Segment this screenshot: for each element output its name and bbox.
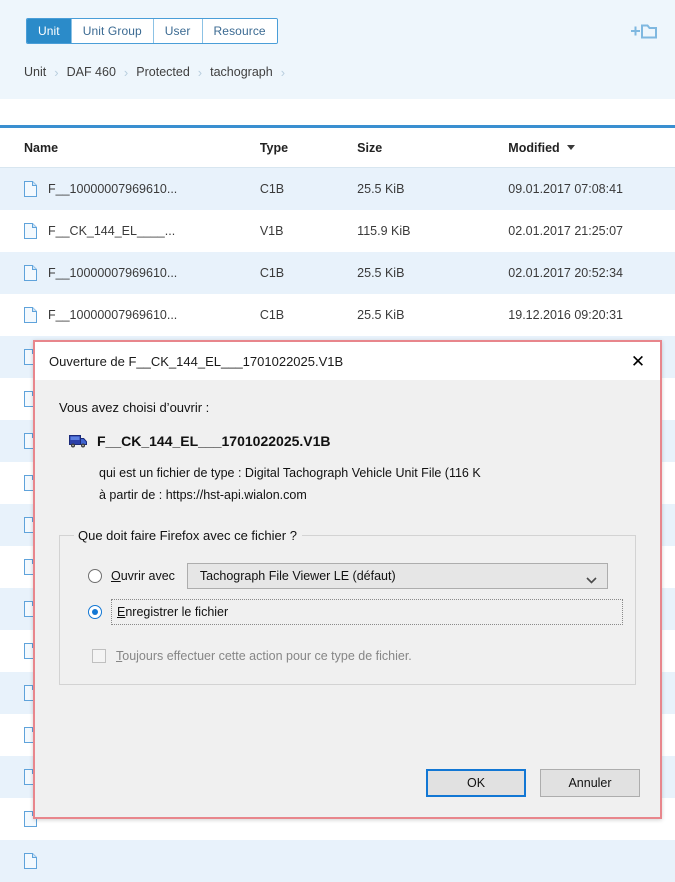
caret-down-icon xyxy=(566,145,575,150)
breadcrumb-item-tachograph[interactable]: tachograph xyxy=(210,65,273,79)
breadcrumb-item-unit[interactable]: Unit xyxy=(24,65,46,79)
always-do-this-row: Toujours effectuer cette action pour ce … xyxy=(92,642,623,670)
cell-type: C1B xyxy=(259,182,285,196)
cell-size: 25.5 KiB xyxy=(357,266,405,280)
action-group: Que doit faire Firefox avec ce fichier ?… xyxy=(59,528,636,685)
save-file-row: Enregistrer le fichier xyxy=(88,598,623,626)
tab-unit-label: Unit xyxy=(38,24,60,38)
open-with-radio[interactable] xyxy=(88,569,102,583)
table-row[interactable]: F__10000007969610... C1B 25.5 KiB 19.12.201… xyxy=(0,294,675,336)
column-header-modified-label: Modified xyxy=(508,140,560,155)
breadcrumb-item-daf460[interactable]: DAF 460 xyxy=(67,65,116,79)
file-icon xyxy=(24,265,37,281)
cell-type: V1B xyxy=(259,224,284,238)
tab-unit[interactable]: Unit xyxy=(27,19,72,43)
open-with-accesskey: O xyxy=(111,569,121,583)
cell-size: 25.5 KiB xyxy=(357,182,405,196)
tab-user-label: User xyxy=(164,24,191,38)
breadcrumb-separator-icon: › xyxy=(54,64,59,80)
cell-type: C1B xyxy=(259,266,285,280)
cell-name: F__10000007969610... xyxy=(0,307,252,323)
open-with-label[interactable]: Ouvrir avec xyxy=(111,569,175,583)
cell-size: 115.9 KiB xyxy=(357,224,411,238)
dialog-file-source: à partir de : https://hst-api.wialon.com xyxy=(99,487,307,502)
add-folder-icon[interactable] xyxy=(629,18,659,44)
tab-resource[interactable]: Resource xyxy=(202,19,277,43)
open-with-row: Ouvrir avec Tachograph File Viewer LE (d… xyxy=(88,562,623,590)
table-row[interactable]: F__10000007969610... C1B 25.5 KiB 02.01.201… xyxy=(0,252,675,294)
dialog-filename: F__CK_144_EL___1701022025.V1B xyxy=(97,433,331,449)
breadcrumb-separator-icon: › xyxy=(197,64,203,80)
dialog-file-meta: qui est un fichier de type : Digital Tac… xyxy=(99,463,638,506)
file-name-text: F__10000007969610... xyxy=(48,182,178,196)
tab-user[interactable]: User xyxy=(153,19,203,43)
file-icon xyxy=(24,181,37,197)
tab-unit-group-label: Unit Group xyxy=(82,24,142,38)
application-select[interactable]: Tachograph File Viewer LE (défaut) xyxy=(186,563,608,589)
dialog-body: Vous avez choisi d’ouvrir : F__CK_144_EL… xyxy=(35,380,660,685)
cell-size: 25.5 KiB xyxy=(357,308,405,322)
dialog-file-type: qui est un fichier de type : Digital Tac… xyxy=(99,466,481,480)
cell-type: C1B xyxy=(259,308,285,322)
breadcrumb: Unit › DAF 460 › Protected › tachograph … xyxy=(24,62,293,82)
entity-tabs: Unit Unit Group User Resource xyxy=(26,18,278,44)
breadcrumb-separator-icon: › xyxy=(123,64,129,80)
cell-modified: 02.01.2017 20:52:34 xyxy=(508,266,623,280)
dialog-file-line: F__CK_144_EL___1701022025.V1B xyxy=(69,433,638,449)
breadcrumb-item-protected[interactable]: Protected xyxy=(136,65,190,79)
column-header-name[interactable]: Name xyxy=(0,141,252,155)
ok-button[interactable]: OK xyxy=(426,769,526,797)
cell-name: F__10000007969610... xyxy=(0,265,252,281)
truck-icon xyxy=(69,433,88,449)
table-row[interactable]: F__CK_144_EL____... V1B 115.9 KiB 02.01.201… xyxy=(0,210,675,252)
column-header-type[interactable]: Type xyxy=(252,141,343,155)
file-icon xyxy=(24,223,37,239)
cell-modified: 09.01.2017 07:08:41 xyxy=(508,182,623,196)
save-file-label[interactable]: Enregistrer le fichier xyxy=(117,605,228,619)
dialog-intro-text: Vous avez choisi d’ouvrir : xyxy=(59,400,210,415)
dialog-title: Ouverture de F__CK_144_EL___1701022025.V… xyxy=(49,353,344,369)
cell-modified: 19.12.2016 09:20:31 xyxy=(508,308,623,322)
file-icon xyxy=(24,853,37,869)
breadcrumb-separator-icon: › xyxy=(280,64,286,80)
file-icon xyxy=(24,307,37,323)
cell-modified: 02.01.2017 21:25:07 xyxy=(508,224,623,238)
file-name-text: F__10000007969610... xyxy=(48,266,178,280)
table-header-row: Name Type Size Modified xyxy=(0,128,675,168)
toolbar: Unit Unit Group User Resource Unit › DAF… xyxy=(0,0,675,99)
always-do-this-label: Toujours effectuer cette action pour ce … xyxy=(116,649,412,663)
chevron-down-icon xyxy=(586,573,597,584)
column-header-size[interactable]: Size xyxy=(343,141,468,155)
column-header-modified[interactable]: Modified xyxy=(468,141,675,155)
open-with-label-rest: uvrir avec xyxy=(120,569,175,583)
tab-unit-group[interactable]: Unit Group xyxy=(71,19,154,43)
table-row[interactable]: F__10000007969610... C1B 25.5 KiB 09.01.201… xyxy=(0,168,675,210)
close-icon[interactable]: ✕ xyxy=(616,342,660,380)
tab-resource-label: Resource xyxy=(213,24,266,38)
file-name-text: F__10000007969610... xyxy=(48,308,178,322)
file-name-text: F__CK_144_EL____... xyxy=(48,224,176,238)
save-file-label-rest: nregistrer le fichier xyxy=(125,605,229,619)
cell-name xyxy=(0,853,252,869)
file-manager-page: Unit Unit Group User Resource Unit › DAF… xyxy=(0,0,675,882)
save-file-focus-ring[interactable]: Enregistrer le fichier xyxy=(111,599,623,625)
save-file-radio[interactable] xyxy=(88,605,102,619)
table-row[interactable] xyxy=(0,840,675,882)
always-do-this-label-rest: oujours effectuer cette action pour ce t… xyxy=(122,649,412,663)
cell-name: F__10000007969610... xyxy=(0,181,252,197)
cancel-button[interactable]: Annuler xyxy=(540,769,640,797)
dialog-titlebar: Ouverture de F__CK_144_EL___1701022025.V… xyxy=(35,342,660,380)
action-group-legend: Que doit faire Firefox avec ce fichier ? xyxy=(78,528,297,543)
always-do-this-checkbox[interactable] xyxy=(92,649,106,663)
cell-name: F__CK_144_EL____... xyxy=(0,223,252,239)
download-dialog: Ouverture de F__CK_144_EL___1701022025.V… xyxy=(33,340,662,819)
dialog-buttons: OK Annuler xyxy=(426,769,640,797)
application-select-value: Tachograph File Viewer LE (défaut) xyxy=(199,569,396,583)
